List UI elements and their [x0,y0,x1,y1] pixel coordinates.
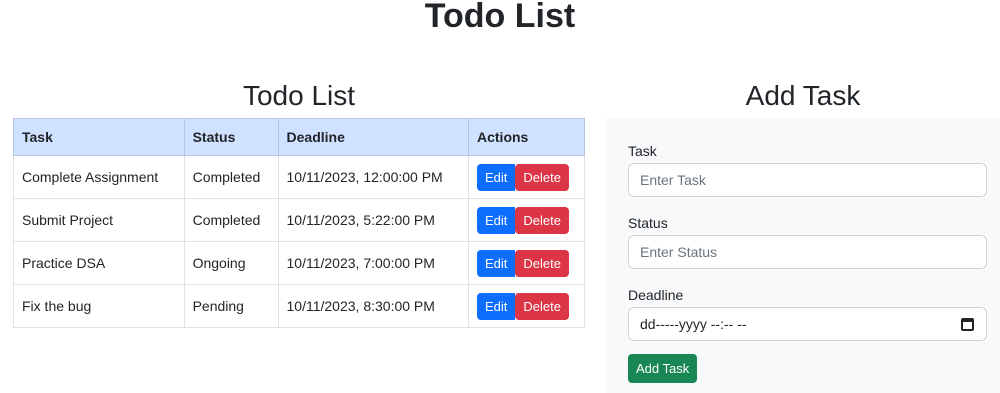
deadline-value: dd-----yyyy --:-- -- [640,316,747,332]
delete-button[interactable]: Delete [515,292,569,320]
add-task-button[interactable]: Add Task [628,354,698,383]
add-task-heading: Add Task [745,80,861,111]
status-cell: Ongoing [183,241,279,285]
status-cell: Completed [183,155,279,199]
deadline-cell: 10/11/2023, 12:00:00 PM [277,155,470,199]
edit-button[interactable]: Edit [477,292,516,320]
edit-button[interactable]: Edit [477,249,516,277]
table-header-row: Task Status Deadline Actions [13,118,585,156]
todo-list-heading: Todo List [242,80,356,111]
task-cell: Fix the bug [13,284,185,328]
deadline-label: Deadline [628,287,684,303]
edit-button[interactable]: Edit [477,163,516,191]
table-row: Complete Assignment Completed 10/11/2023… [13,155,585,199]
edit-button[interactable]: Edit [477,206,516,234]
add-task-form: Task Status Deadline dd-----yyyy --:-- -… [606,118,1000,393]
status-input[interactable] [628,235,987,269]
task-field-group: Task [628,142,987,197]
table-row: Submit Project Completed 10/11/2023, 5:2… [13,198,585,242]
delete-button[interactable]: Delete [515,206,569,234]
status-field-group: Status [628,214,987,269]
actions-cell: Edit Delete [468,284,585,328]
task-cell: Practice DSA [13,241,185,285]
deadline-cell: 10/11/2023, 7:00:00 PM [277,241,470,285]
status-label: Status [628,215,668,231]
column-header-deadline: Deadline [277,118,470,156]
table-row: Practice DSA Ongoing 10/11/2023, 7:00:00… [13,241,585,285]
page-title: Todo List [424,0,576,35]
table-row: Fix the bug Pending 10/11/2023, 8:30:00 … [13,284,585,328]
actions-cell: Edit Delete [468,198,585,242]
deadline-cell: 10/11/2023, 8:30:00 PM [277,284,470,328]
calendar-icon[interactable] [961,318,974,331]
status-cell: Completed [183,198,279,242]
column-header-actions: Actions [468,118,585,156]
add-task-section: Add Task Task Status Deadline dd-----yyy… [606,78,1000,393]
task-cell: Complete Assignment [13,155,185,199]
deadline-cell: 10/11/2023, 5:22:00 PM [277,198,470,242]
task-input[interactable] [628,163,987,197]
todo-table: Task Status Deadline Actions Complete As… [13,118,585,328]
delete-button[interactable]: Delete [515,163,569,191]
column-header-task: Task [13,118,185,156]
actions-cell: Edit Delete [468,155,585,199]
deadline-field-group: Deadline dd-----yyyy --:-- -- [628,286,987,341]
todo-list-section: Todo List Task Status Deadline Actions C… [13,78,585,328]
task-label: Task [628,143,657,159]
actions-cell: Edit Delete [468,241,585,285]
delete-button[interactable]: Delete [515,249,569,277]
task-cell: Submit Project [13,198,185,242]
deadline-input[interactable]: dd-----yyyy --:-- -- [628,307,987,341]
status-cell: Pending [183,284,279,328]
column-header-status: Status [183,118,279,156]
